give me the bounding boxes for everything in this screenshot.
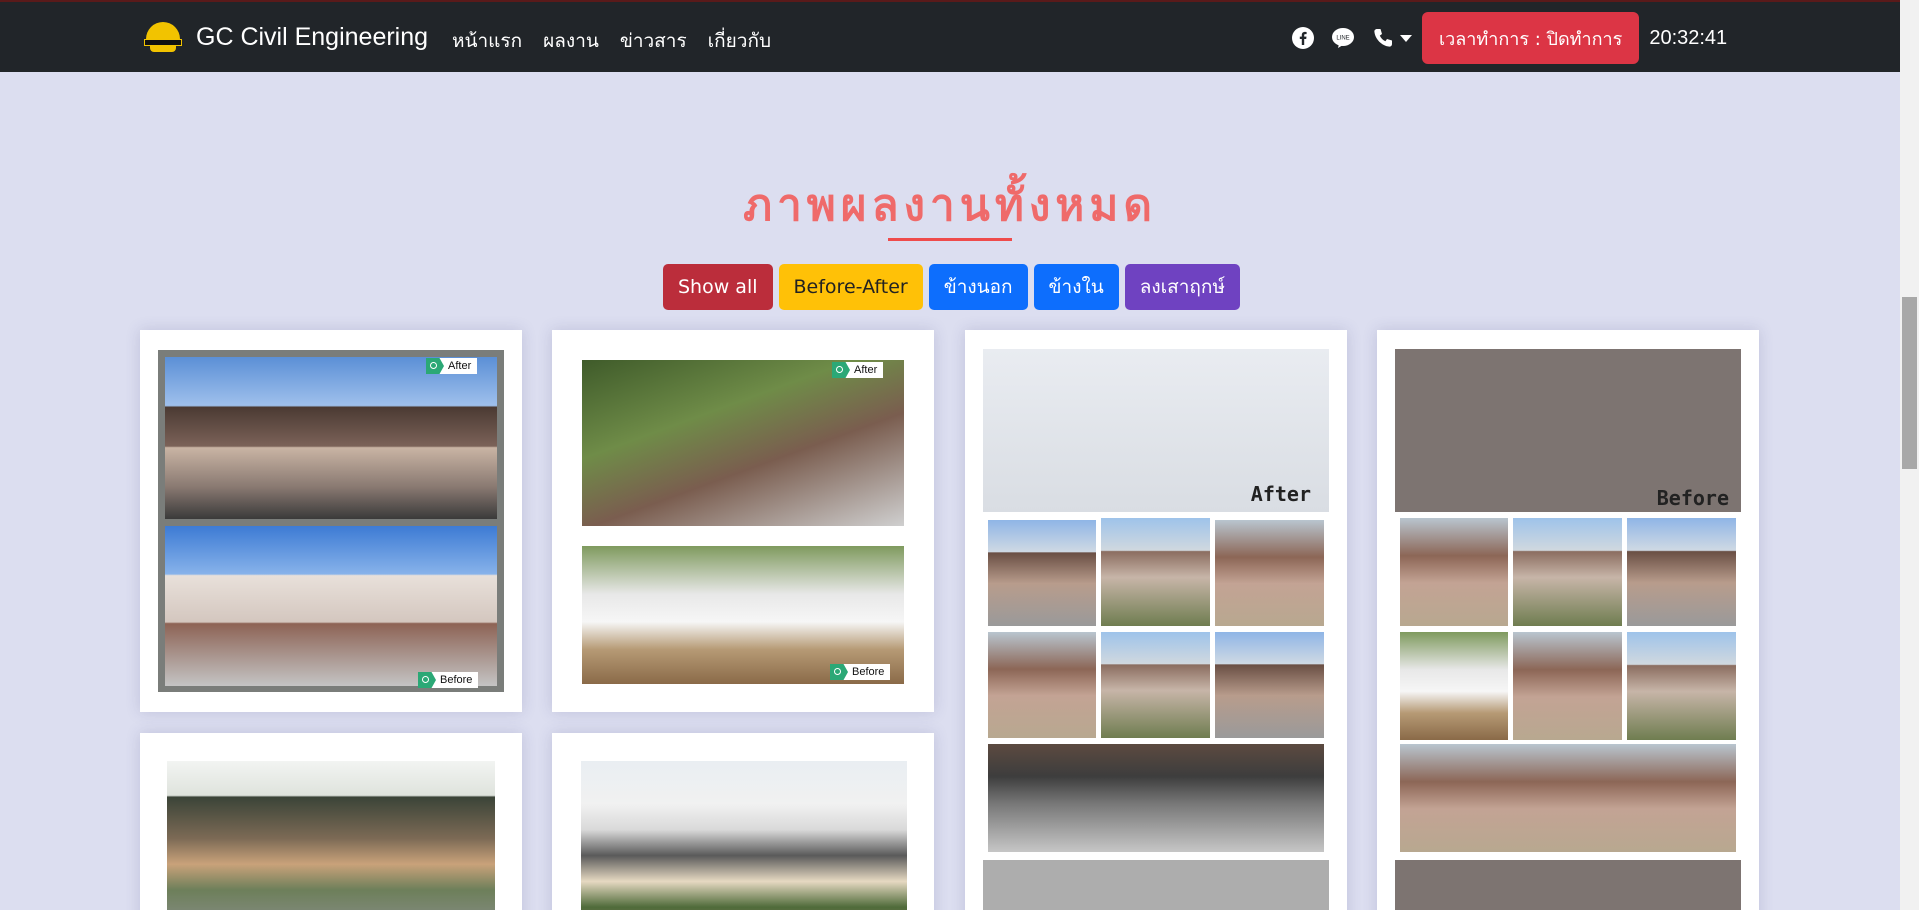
hard-hat-logo-icon [144,18,182,56]
collage-header: Before [1395,349,1741,512]
collage-thumb-wide[interactable] [1400,744,1736,852]
after-tag: After [832,362,884,378]
collage-thumb[interactable] [1101,518,1210,626]
zoom-icon [832,362,850,378]
gallery-photo-before[interactable] [165,526,497,686]
clock: 20:32:41 [1649,26,1728,49]
collage-thumb[interactable] [1513,632,1622,740]
scrollbar-thumb[interactable] [1902,297,1917,469]
collage-thumb[interactable] [1215,632,1324,738]
business-hours-button[interactable]: เวลาทำการ : ปิดทำการ [1422,12,1640,64]
zoom-icon [418,672,436,688]
chevron-down-icon[interactable] [1400,34,1412,42]
gallery-photo[interactable] [581,761,907,910]
nav-right: LINE เวลาทำการ : ปิดทำการ 20:32:41 [1290,12,1727,64]
brand-name[interactable]: GC Civil Engineering [196,23,428,52]
collage-header: After [983,349,1329,512]
gallery-photo-after[interactable] [165,357,497,519]
collage-footer [1395,860,1741,910]
gallery-card[interactable]: After Before [552,330,934,712]
collage-thumb[interactable] [1627,632,1736,740]
gallery-card[interactable] [552,733,934,910]
before-tag-label: Before [852,666,885,678]
gallery-photo-after[interactable] [582,360,904,526]
nav-link-portfolio[interactable]: ผลงาน [543,26,599,56]
zoom-icon [426,358,444,374]
before-tag: Before [830,664,891,680]
collage-thumb-wide[interactable] [988,744,1324,852]
section-title: ภาพผลงานทั้งหมด [743,180,1157,231]
page-scrollbar[interactable] [1900,0,1919,910]
collage-thumb[interactable] [1215,520,1324,626]
before-tag: Before [418,672,479,688]
top-navbar: GC Civil Engineering หน้าแรก ผลงาน ข่าวส… [0,0,1900,72]
filter-inside-button[interactable]: ข้างใน [1033,264,1119,310]
nav-link-home[interactable]: หน้าแรก [452,26,522,56]
zoom-icon [830,664,848,680]
gallery-photo[interactable] [167,761,495,910]
collage-footer [983,860,1329,910]
collage-thumb[interactable] [1627,518,1736,626]
facebook-icon[interactable] [1290,25,1316,51]
collage-thumb[interactable] [988,632,1096,738]
collage-thumb[interactable] [1400,632,1508,740]
nav-link-news[interactable]: ข่าวสาร [620,26,687,56]
line-chat-icon[interactable]: LINE [1330,25,1356,51]
after-tag: After [426,358,478,374]
gallery-photo-frame: After Before [158,350,504,692]
gallery-card[interactable]: After Before [140,330,522,712]
filter-groundbreaking-button[interactable]: ลงเสาฤกษ์ [1124,264,1240,310]
svg-text:LINE: LINE [1336,36,1349,42]
phone-icon[interactable] [1370,25,1396,51]
filter-show-all-button[interactable]: Show all [663,264,773,310]
collage-label-after: After [1250,482,1311,506]
after-tag-label: After [448,360,472,372]
collage-thumb[interactable] [1513,518,1622,626]
nav-links: หน้าแรก ผลงาน ข่าวสาร เกี่ยวกับ [452,26,771,56]
collage-label-before: Before [1656,486,1729,510]
title-underline [888,238,1012,241]
filter-buttons: Show all Before-After ข้างนอก ข้างใน ลงเ… [663,264,1240,310]
filter-before-after-button[interactable]: Before-After [778,264,923,310]
after-tag-label: After [854,364,878,376]
collage-thumb[interactable] [1101,632,1210,738]
collage-thumb[interactable] [988,520,1096,626]
filter-outside-button[interactable]: ข้างนอก [928,264,1028,310]
before-tag-label: Before [440,674,473,686]
gallery-card[interactable]: After [965,330,1347,910]
gallery-card[interactable] [140,733,522,910]
nav-link-about[interactable]: เกี่ยวกับ [708,26,771,56]
gallery-card[interactable]: Before [1377,330,1759,910]
brand[interactable]: GC Civil Engineering [144,18,428,56]
collage-thumb[interactable] [1400,518,1508,626]
